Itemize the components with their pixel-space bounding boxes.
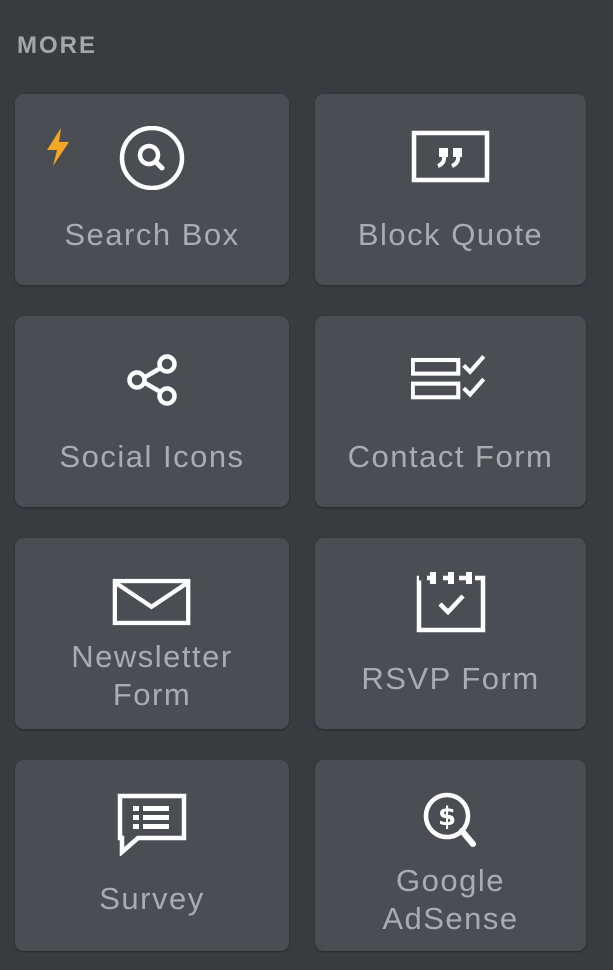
tile-social-icons[interactable]: Social Icons (15, 316, 289, 507)
share-icon (112, 348, 192, 412)
lightning-bolt-icon (44, 127, 72, 167)
tile-label: Google AdSense (382, 863, 519, 936)
tile-label: Newsletter Form (71, 639, 233, 712)
tile-label: RSVP Form (361, 661, 540, 696)
tile-label: Search Box (64, 217, 240, 252)
tile-rsvp-form[interactable]: RSVP Form (315, 538, 586, 729)
tile-search-box[interactable]: Search Box (15, 94, 289, 285)
tile-block-quote[interactable]: Block Quote (315, 94, 586, 285)
quote-icon (411, 126, 491, 190)
more-elements-panel: MORE Search Box Block Quote Social Icons… (0, 0, 613, 970)
tile-label: Contact Form (347, 439, 554, 474)
envelope-icon (112, 570, 192, 634)
svg-text:$: $ (437, 802, 455, 832)
tile-label: Survey (99, 881, 205, 916)
form-checklist-icon (410, 348, 491, 412)
calendar-check-icon (411, 570, 491, 634)
element-grid: Search Box Block Quote Social Icons Cont… (15, 94, 586, 951)
tile-label: Block Quote (357, 217, 544, 252)
section-title: MORE (17, 32, 97, 59)
tile-survey[interactable]: Survey (15, 760, 289, 951)
tile-contact-form[interactable]: Contact Form (315, 316, 586, 507)
tile-label: Social Icons (59, 439, 245, 474)
tile-google-adsense[interactable]: $ Google AdSense (315, 760, 586, 951)
dollar-search-icon: $ (411, 788, 491, 852)
speech-list-icon (112, 792, 192, 856)
search-icon (112, 126, 192, 190)
tile-newsletter-form[interactable]: Newsletter Form (15, 538, 289, 729)
